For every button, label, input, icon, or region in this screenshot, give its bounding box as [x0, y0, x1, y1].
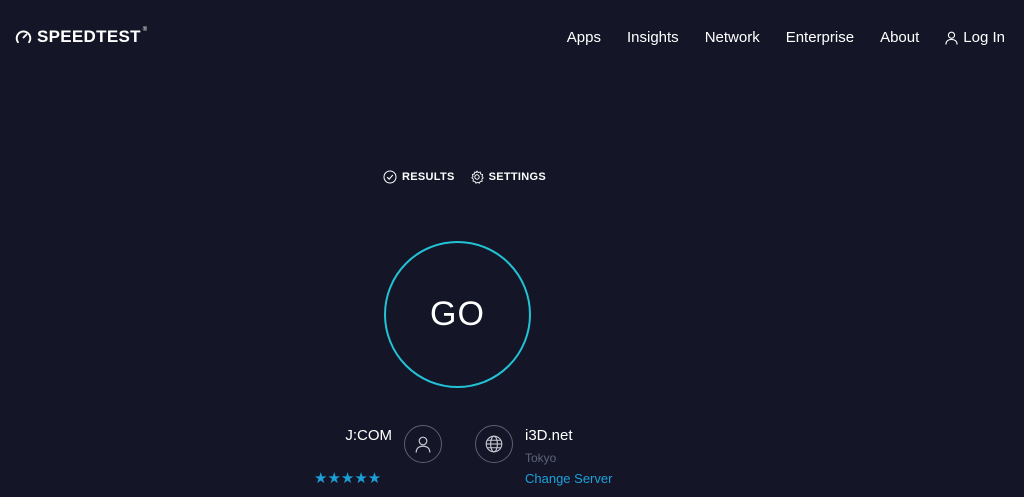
- login-label: Log In: [963, 29, 1005, 46]
- nav-network[interactable]: Network: [705, 29, 760, 46]
- gauge-icon: [15, 29, 32, 43]
- main-nav: Apps Insights Network Enterprise About L…: [567, 29, 1005, 46]
- login-link[interactable]: Log In: [945, 29, 1005, 46]
- isp-rating: ★★★★★: [314, 470, 381, 487]
- isp-name: J:COM: [345, 427, 392, 444]
- settings-link[interactable]: SETTINGS: [470, 170, 546, 184]
- speedtest-page: SPEEDTEST ® Apps Insights Network Enterp…: [0, 0, 1024, 497]
- server-name: i3D.net: [525, 427, 573, 444]
- nav-enterprise[interactable]: Enterprise: [786, 29, 854, 46]
- go-label: GO: [430, 295, 485, 333]
- nav-apps[interactable]: Apps: [567, 29, 601, 46]
- isp-rating-stars: ★★★★★: [314, 470, 382, 487]
- server-globe: [475, 425, 513, 463]
- test-tabs: RESULTS SETTINGS: [383, 170, 546, 184]
- nav-insights[interactable]: Insights: [627, 29, 679, 46]
- logo-trademark: ®: [142, 27, 148, 33]
- results-label: RESULTS: [402, 171, 455, 183]
- results-link[interactable]: RESULTS: [383, 170, 455, 184]
- isp-avatar: [404, 425, 442, 463]
- user-icon: [945, 31, 958, 45]
- globe-icon: [485, 435, 503, 453]
- change-server-link[interactable]: Change Server: [525, 471, 612, 486]
- check-circle-icon: [383, 170, 397, 184]
- person-icon: [415, 436, 431, 453]
- go-button[interactable]: GO: [384, 241, 531, 388]
- logo-text: SPEEDTEST: [37, 27, 141, 46]
- nav-about[interactable]: About: [880, 29, 919, 46]
- settings-label: SETTINGS: [488, 171, 547, 183]
- gear-icon: [470, 170, 484, 184]
- server-location: Tokyo: [525, 451, 557, 465]
- speedtest-logo[interactable]: SPEEDTEST ®: [15, 27, 147, 47]
